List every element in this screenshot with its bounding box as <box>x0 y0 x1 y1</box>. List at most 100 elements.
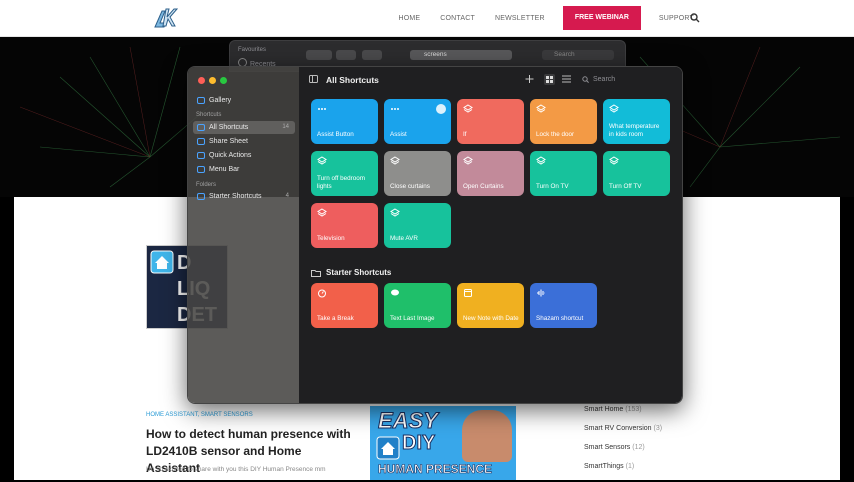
shortcut-label: What temperature in kids room <box>609 123 660 138</box>
shortcut-label: If <box>463 131 467 138</box>
shortcuts-window[interactable]: Gallery Shortcuts All Shortcuts 14 Share … <box>187 66 683 404</box>
run-shortcut-icon[interactable] <box>436 104 446 114</box>
finder-search-input[interactable]: Search <box>542 50 614 60</box>
thumbnail-2-line1: EASY <box>378 408 439 434</box>
list-view-icon[interactable] <box>562 75 571 83</box>
close-window-button[interactable] <box>198 77 205 84</box>
category-link[interactable]: SmartThings (1) <box>584 463 662 482</box>
layers-icon <box>390 156 400 165</box>
message-icon <box>391 289 399 296</box>
shortcut-label: Close curtains <box>390 183 430 190</box>
shortcut-label: Take a Break <box>317 315 354 322</box>
site-header: HOME CONTACT NEWSLETTER FREE WEBINAR SUP… <box>0 0 854 37</box>
timer-icon <box>318 289 326 298</box>
shortcut-label: Turn off bedroom lights <box>317 175 365 190</box>
sidebar-item-starter-shortcuts[interactable]: Starter Shortcuts 4 <box>193 190 295 203</box>
shortcut-tile[interactable]: Take a Break <box>311 283 378 328</box>
zoom-window-button[interactable] <box>220 77 227 84</box>
shortcut-label: Lock the door <box>536 131 575 138</box>
shortcut-label: Turn On TV <box>536 183 569 190</box>
site-search-icon[interactable] <box>690 13 700 23</box>
shortcut-tile[interactable]: Mute AVR <box>384 203 451 248</box>
dots-icon <box>318 108 326 110</box>
shortcut-tile[interactable]: Turn off bedroom lights <box>311 151 378 196</box>
shortcut-tile[interactable]: Shazam shortcut <box>530 283 597 328</box>
shortcut-tile[interactable]: Assist <box>384 99 451 144</box>
sidebar-item-quick-actions[interactable]: Quick Actions <box>193 149 295 162</box>
category-link[interactable]: Smart Home (153) <box>584 406 662 425</box>
shortcut-label: Assist <box>390 131 407 138</box>
sidebar-section-shortcuts: Shortcuts <box>196 112 222 118</box>
finder-sidebar-header: Favourites <box>238 47 267 53</box>
category-link[interactable]: Smart Sensors (12) <box>584 444 662 463</box>
shortcut-tile[interactable]: Close curtains <box>384 151 451 196</box>
shortcut-tile[interactable]: Open Curtains <box>457 151 524 196</box>
shortcut-tile[interactable]: Text Last Image <box>384 283 451 328</box>
layers-icon <box>609 156 619 165</box>
sidebar-toggle-icon[interactable] <box>309 75 318 83</box>
person-photo <box>462 410 512 462</box>
post-categories[interactable]: HOME ASSISTANT, SMART SENSORS <box>146 412 253 418</box>
window-controls <box>198 77 227 84</box>
shortcut-label: Text Last Image <box>390 315 435 322</box>
shortcuts-sidebar: Gallery Shortcuts All Shortcuts 14 Share … <box>188 67 299 403</box>
layers-icon <box>317 208 327 217</box>
layers-icon <box>390 208 400 217</box>
layers-icon <box>536 156 546 165</box>
home-assistant-logo-icon <box>376 436 400 460</box>
shortcut-label: Mute AVR <box>390 235 418 242</box>
sidebar-item-all-shortcuts[interactable]: All Shortcuts 14 <box>193 121 295 134</box>
nav-newsletter[interactable]: NEWSLETTER <box>485 15 555 22</box>
category-list: Smart Home (153) Smart RV Conversion (3)… <box>584 406 662 482</box>
finder-back-forward-button[interactable] <box>306 50 332 60</box>
folder-icon <box>311 270 321 277</box>
shortcut-tile[interactable]: Turn Off TV <box>603 151 670 196</box>
shortcut-tile[interactable]: Turn On TV <box>530 151 597 196</box>
dots-icon <box>391 108 399 110</box>
starter-shortcuts-heading: Starter Shortcuts <box>326 268 392 277</box>
gallery-icon <box>197 97 205 104</box>
layers-icon <box>609 104 619 113</box>
finder-view-grid-button[interactable] <box>362 50 382 60</box>
shortcut-tile[interactable]: Lock the door <box>530 99 597 144</box>
note-icon <box>464 289 472 297</box>
layers-icon <box>317 156 327 165</box>
finder-view-list-button[interactable] <box>336 50 356 60</box>
article-thumbnail-2[interactable]: EASY DIY HUMAN PRESENCE <box>370 406 516 480</box>
category-link[interactable]: Smart RV Conversion (3) <box>584 425 662 444</box>
sidebar-section-folders: Folders <box>196 182 217 188</box>
shortcut-tile[interactable]: What temperature in kids room <box>603 99 670 144</box>
post-excerpt: I'm so excited to share with you this DI… <box>146 466 326 473</box>
shortcuts-search-input[interactable]: Search <box>581 73 671 86</box>
shortcut-tile[interactable]: New Note with Date <box>457 283 524 328</box>
page-title: All Shortcuts <box>326 75 379 85</box>
nav-contact[interactable]: CONTACT <box>430 15 485 22</box>
layers-icon <box>463 104 473 113</box>
free-webinar-button[interactable]: FREE WEBINAR <box>562 6 641 30</box>
sidebar-item-menu-bar[interactable]: Menu Bar <box>193 163 295 176</box>
sidebar-item-gallery[interactable]: Gallery <box>193 94 295 107</box>
sidebar-item-share-sheet[interactable]: Share Sheet <box>193 135 295 148</box>
shortcut-label: Assist Button <box>317 131 354 138</box>
finder-path-popup[interactable]: screens <box>410 50 512 60</box>
layers-icon <box>536 104 546 113</box>
search-icon <box>582 76 589 83</box>
share-icon <box>197 138 205 145</box>
shortcut-label: New Note with Date <box>463 315 519 322</box>
grid-view-icon[interactable] <box>544 74 555 85</box>
folder-icon <box>197 193 205 200</box>
minimize-window-button[interactable] <box>209 77 216 84</box>
shortcut-tile[interactable]: Assist Button <box>311 99 378 144</box>
site-nav: HOME CONTACT NEWSLETTER FREE WEBINAR SUP… <box>388 0 704 36</box>
menu-bar-icon <box>197 166 205 173</box>
nav-home[interactable]: HOME <box>388 15 430 22</box>
shortcut-tile[interactable]: If <box>457 99 524 144</box>
grid-icon <box>197 124 205 131</box>
shortcut-tile[interactable]: Television <box>311 203 378 248</box>
gear-icon <box>197 152 205 159</box>
shortcuts-main: All Shortcuts Search Assist Button Assist… <box>299 67 682 403</box>
add-icon[interactable] <box>525 75 534 83</box>
shortcut-label: Turn Off TV <box>609 183 642 190</box>
site-logo-icon[interactable] <box>152 5 178 31</box>
shortcut-label: Shazam shortcut <box>536 315 584 322</box>
